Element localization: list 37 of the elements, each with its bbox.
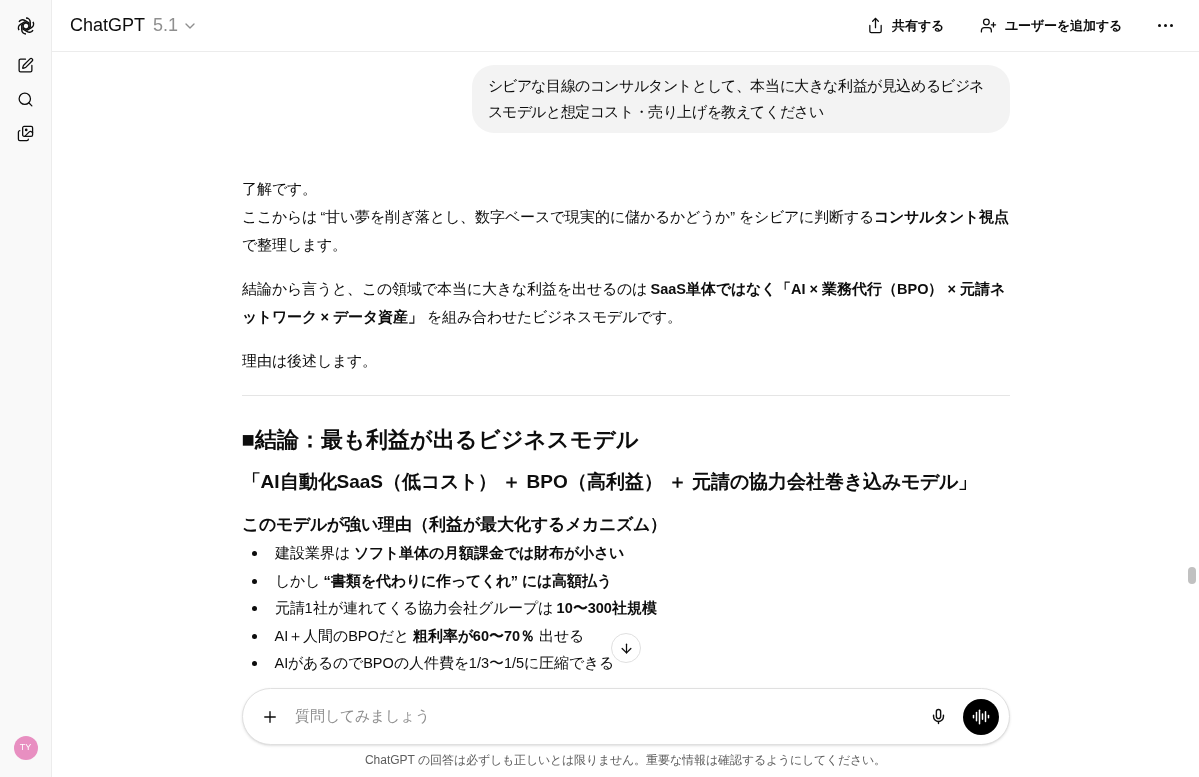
bullet-icon <box>251 606 257 612</box>
section-title: このモデルが強い理由（利益が最大化するメカニズム） <box>241 514 668 536</box>
response-paragraph: ここからは “甘い夢を削ぎ落とし、数字ベースで現実的に儲かるかどうか” をシビアに判断するコンサルタント視点で整理します。 <box>241 208 1010 255</box>
bullet-icon <box>251 633 257 639</box>
bullet-text: 元請1社が連れてくる協力会社グループは 10〜300社規模 <box>274 599 657 618</box>
new-chat-icon[interactable] <box>17 57 34 74</box>
arrow-down-icon <box>618 640 634 656</box>
response-paragraph: 結論から言うと、この領域で本当に大きな利益を出せるのは SaaS単体ではなく「AI × 業務代行（BPO） × 元請ネットワーク × データ資産」 を組み合わせたビジネスモデルです。 <box>241 280 1006 327</box>
bullet-text: AIがあるのでBPOの人件費を1/3〜1/5に圧縮できる <box>274 654 615 673</box>
share-icon <box>867 17 884 34</box>
prompt-field[interactable]: 質問してみましょう <box>241 688 1010 745</box>
voice-button[interactable] <box>962 698 999 735</box>
bullet-text: 建設業界は ソフト単体の月額課金では財布が小さい <box>274 544 624 563</box>
response-paragraph: 理由は後述します。 <box>241 352 378 371</box>
disclaimer: ChatGPT の回答は必ずしも正しいとは限りません。重要な情報は確認するようにしてください。 <box>363 752 888 769</box>
scroll-down-button[interactable] <box>611 633 641 663</box>
more-icon <box>1158 24 1173 27</box>
images-icon[interactable] <box>17 125 34 142</box>
app-title: ChatGPT <box>70 14 146 37</box>
response-paragraph: 了解です。 <box>241 180 318 199</box>
bullet-icon <box>251 551 257 557</box>
bullet-text: AI＋人間のBPOだと 粗利率が60〜70％ 出せる <box>274 626 585 646</box>
model-version: 5.1 <box>153 14 179 37</box>
add-user-button[interactable]: ユーザーを追加する <box>968 7 1134 44</box>
bullet-icon <box>251 578 257 584</box>
bullet-icon <box>251 661 257 667</box>
response-subheading: 「AI自動化SaaS（低コスト） ＋ BPO（高利益） ＋ 元請の協力会社巻き込みモデル」 <box>241 470 979 494</box>
scroll-thumb <box>1188 567 1196 584</box>
share-button[interactable]: 共有する <box>855 7 956 44</box>
add-user-icon <box>980 17 997 34</box>
model-selector[interactable]: ChatGPT 5.1 <box>70 12 199 39</box>
bullet-text: しかし “書類を代わりに作ってくれ” には高額払う <box>274 571 613 591</box>
prompt-input[interactable]: 質問してみましょう <box>294 705 930 728</box>
waveform-icon <box>971 707 990 726</box>
user-message: シビアな目線のコンサルタントとして、本当に大きな利益が見込めるビジネスモデルと想定コスト・売り上げを教えてください <box>471 65 1010 133</box>
search-icon[interactable] <box>17 91 34 108</box>
response-heading: ■結論：最も利益が出るビジネスモデル <box>241 426 640 454</box>
